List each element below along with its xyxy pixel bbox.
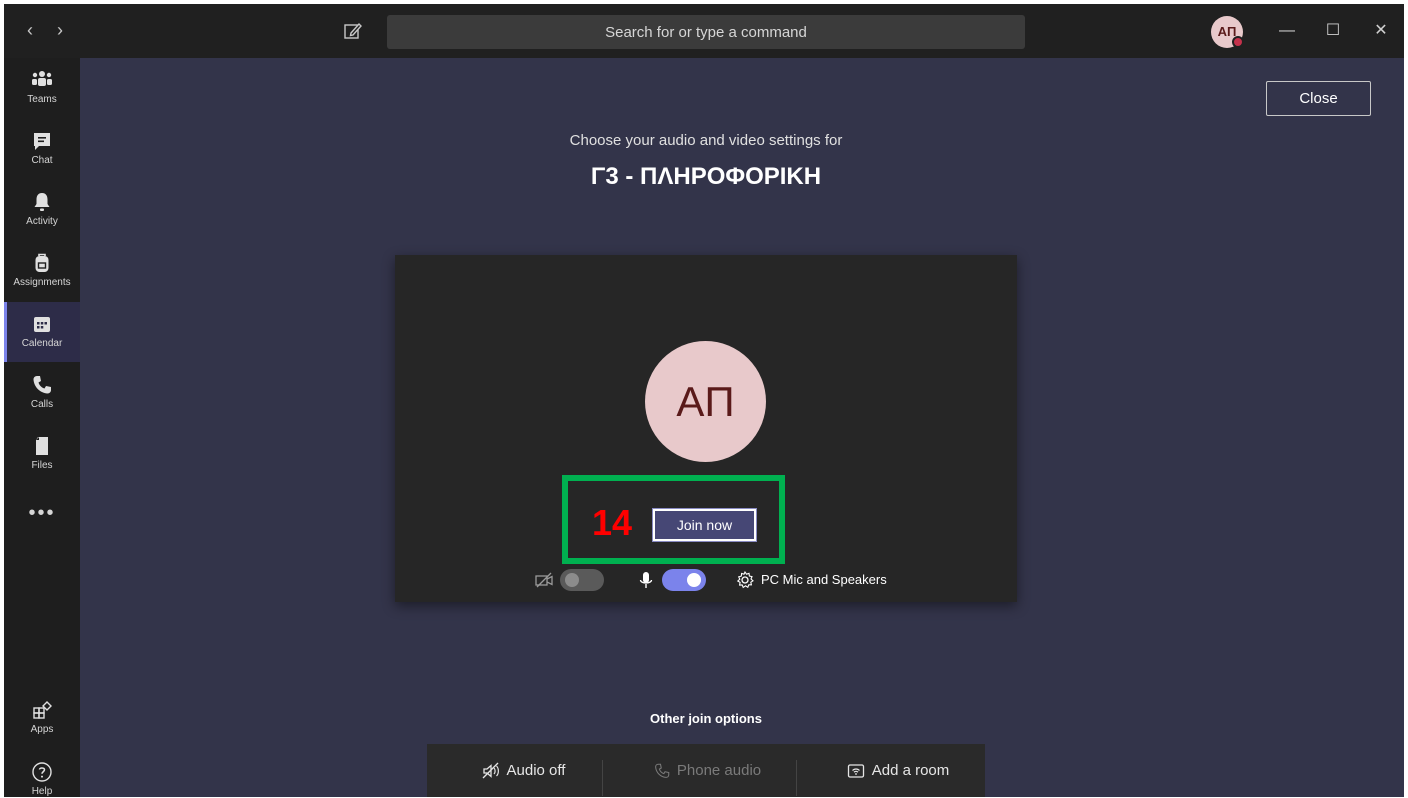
rail-item-label: Activity bbox=[26, 216, 58, 227]
rail-item-calls[interactable]: Calls bbox=[4, 363, 80, 423]
toggle-knob bbox=[687, 573, 701, 587]
rail-item-label: Calls bbox=[30, 399, 54, 410]
phone-icon bbox=[654, 763, 670, 778]
rail-item-apps[interactable]: Apps bbox=[4, 688, 80, 748]
page-title: Γ3 - ΠΛΗΡΟΦΟΡΙΚΗ bbox=[590, 163, 822, 190]
chat-icon bbox=[34, 133, 50, 150]
rail-item-teams[interactable]: Teams bbox=[4, 58, 80, 118]
microphone-toggle[interactable] bbox=[662, 569, 706, 591]
add-room-option[interactable]: Add a room bbox=[825, 744, 970, 797]
compose-icon[interactable] bbox=[342, 20, 364, 42]
phone-icon bbox=[33, 376, 51, 394]
phone-audio-label: Phone audio bbox=[676, 762, 762, 779]
gear-icon[interactable] bbox=[735, 570, 755, 590]
rail-item-calendar[interactable]: Calendar bbox=[4, 302, 80, 362]
audio-device-label[interactable]: PC Mic and Speakers bbox=[761, 571, 887, 589]
rail-item-help[interactable]: Help bbox=[4, 750, 80, 797]
backpack-icon bbox=[35, 253, 49, 272]
close-button[interactable]: Close bbox=[1266, 81, 1371, 116]
cast-room-icon bbox=[847, 764, 864, 778]
phone-audio-option: Phone audio bbox=[632, 744, 782, 797]
apps-icon bbox=[33, 701, 52, 719]
rail-item-label: Apps bbox=[30, 724, 54, 735]
rail-item-activity[interactable]: Activity bbox=[4, 180, 80, 240]
speaker-off-icon bbox=[482, 762, 499, 779]
rail-item-label: Chat bbox=[31, 155, 53, 166]
close-window-icon[interactable]: ✕ bbox=[1366, 16, 1396, 46]
join-now-button[interactable]: Join now bbox=[652, 508, 757, 542]
divider bbox=[796, 760, 797, 796]
minimize-icon[interactable]: — bbox=[1272, 16, 1302, 46]
file-icon bbox=[36, 437, 48, 455]
other-join-options: Audio off Phone audio Add a room bbox=[427, 744, 985, 797]
audio-off-label: Audio off bbox=[506, 762, 566, 779]
add-room-label: Add a room bbox=[871, 762, 950, 779]
teams-icon bbox=[32, 71, 52, 86]
teams-window: ‹ › ΑΠ — ☐ ✕ Teams Chat bbox=[4, 4, 1404, 797]
rail-item-assignments[interactable]: Assignments bbox=[4, 241, 80, 301]
video-preview: ΑΠ 14 Join now PC Mic and Speakers bbox=[395, 255, 1017, 602]
video-toggle[interactable] bbox=[560, 569, 604, 591]
rail-item-label: Assignments bbox=[13, 277, 71, 288]
step-number: 14 bbox=[592, 502, 633, 543]
rail-item-chat[interactable]: Chat bbox=[4, 119, 80, 179]
other-join-options-title: Other join options bbox=[650, 711, 762, 726]
page-subtitle: Choose your audio and video settings for bbox=[569, 132, 843, 149]
search-input[interactable] bbox=[387, 15, 1025, 49]
title-bar: ‹ › ΑΠ — ☐ ✕ bbox=[4, 4, 1404, 58]
help-icon bbox=[32, 762, 52, 782]
rail-item-label: Teams bbox=[27, 94, 57, 105]
forward-arrow-icon[interactable]: › bbox=[50, 18, 70, 42]
more-apps-icon[interactable]: ••• bbox=[4, 502, 80, 532]
microphone-icon bbox=[639, 572, 653, 588]
rail-item-label: Calendar bbox=[21, 338, 63, 349]
video-off-icon bbox=[535, 572, 553, 588]
divider bbox=[602, 760, 603, 796]
back-arrow-icon[interactable]: ‹ bbox=[20, 18, 40, 42]
maximize-icon[interactable]: ☐ bbox=[1318, 16, 1348, 46]
calendar-icon bbox=[34, 317, 50, 332]
rail-item-label: Files bbox=[31, 460, 53, 471]
rail-item-files[interactable]: Files bbox=[4, 424, 80, 484]
toggle-knob bbox=[565, 573, 579, 587]
bell-icon bbox=[34, 193, 50, 211]
status-badge bbox=[1232, 36, 1244, 48]
rail-item-label: Help bbox=[31, 786, 53, 797]
avatar: ΑΠ bbox=[645, 341, 766, 462]
app-bar: Teams Chat Activity Assignments Calendar… bbox=[4, 58, 80, 797]
audio-off-option[interactable]: Audio off bbox=[453, 744, 593, 797]
